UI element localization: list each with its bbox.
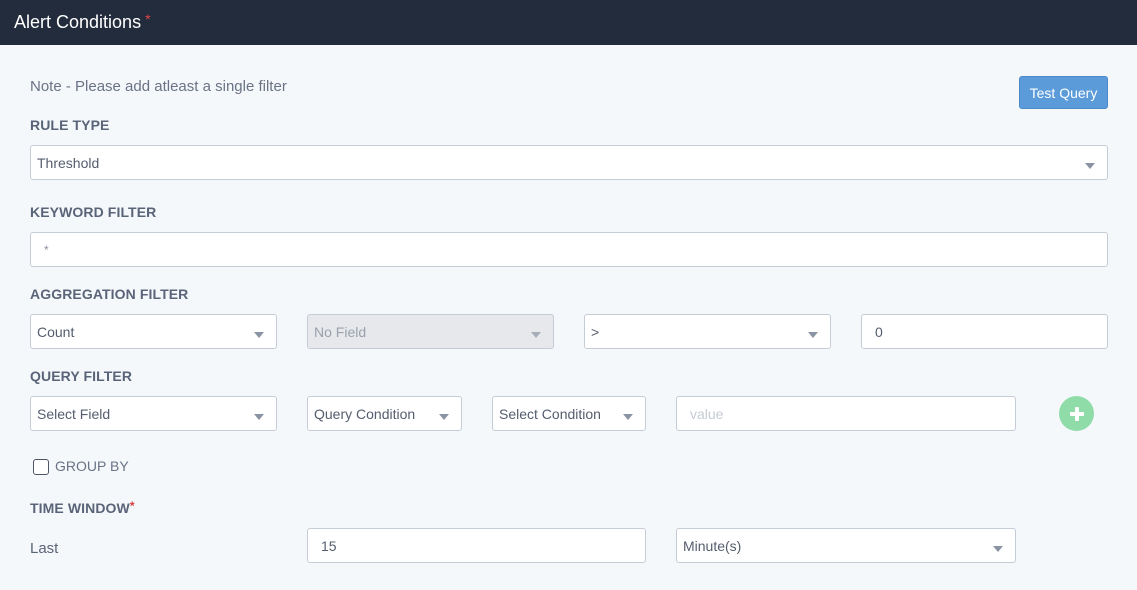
- time-unit-select[interactable]: Minute(s): [676, 528, 1016, 563]
- aggregation-function-value: Count: [37, 323, 75, 340]
- time-unit-value: Minute(s): [683, 537, 742, 554]
- aggregation-field-select: No Field: [307, 314, 554, 349]
- rule-type-select[interactable]: Threshold: [30, 145, 1108, 180]
- chevron-down-icon: [623, 413, 633, 420]
- plus-circle-icon: [1069, 406, 1084, 421]
- group-by-checkbox[interactable]: [33, 459, 49, 475]
- query-filter-label: QUERY FILTER: [30, 368, 133, 384]
- aggregation-function-select[interactable]: Count: [30, 314, 277, 349]
- query-value-placeholder: value: [690, 405, 724, 422]
- time-amount-input[interactable]: 15: [307, 528, 646, 563]
- keyword-filter-label: KEYWORD FILTER: [30, 204, 157, 220]
- panel-header: Alert Conditions *: [0, 0, 1137, 45]
- group-by-label: GROUP BY: [55, 458, 129, 474]
- query-value-input[interactable]: value: [676, 396, 1016, 431]
- keyword-filter-input[interactable]: *: [30, 232, 1108, 267]
- query-field-select[interactable]: Select Field: [30, 396, 277, 431]
- aggregation-value: 0: [875, 323, 883, 340]
- query-condition-select[interactable]: Query Condition: [307, 396, 462, 431]
- chevron-down-icon: [531, 331, 541, 338]
- aggregation-filter-label: AGGREGATION FILTER: [30, 286, 189, 302]
- chevron-down-icon: [808, 331, 818, 338]
- required-mark: *: [145, 10, 151, 27]
- required-mark: *: [129, 499, 135, 513]
- chevron-down-icon: [439, 413, 449, 420]
- query-field-value: Select Field: [37, 405, 111, 422]
- chevron-down-icon: [254, 413, 264, 420]
- rule-type-value: Threshold: [37, 154, 100, 171]
- chevron-down-icon: [993, 545, 1003, 552]
- chevron-down-icon: [254, 331, 264, 338]
- aggregation-field-value: No Field: [314, 323, 367, 340]
- panel-title: Alert Conditions: [14, 12, 142, 32]
- aggregation-operator-value: >: [591, 323, 600, 340]
- query-condition-value: Query Condition: [314, 405, 416, 422]
- time-window-label: TIME WINDOW*: [30, 499, 135, 516]
- time-window-text: TIME WINDOW: [30, 500, 130, 516]
- rule-type-label: RULE TYPE: [30, 117, 110, 133]
- chevron-down-icon: [1085, 162, 1095, 169]
- select-condition-value: Select Condition: [499, 405, 601, 422]
- select-condition-select[interactable]: Select Condition: [492, 396, 646, 431]
- aggregation-operator-select[interactable]: >: [584, 314, 831, 349]
- note-text: Note - Please add atleast a single filte…: [30, 78, 287, 95]
- aggregation-value-input[interactable]: 0: [861, 314, 1108, 349]
- time-amount-value: 15: [321, 537, 337, 554]
- last-label: Last: [30, 540, 59, 557]
- add-filter-button[interactable]: [1059, 396, 1094, 431]
- test-query-button[interactable]: Test Query: [1019, 76, 1108, 109]
- keyword-filter-value: *: [44, 242, 49, 257]
